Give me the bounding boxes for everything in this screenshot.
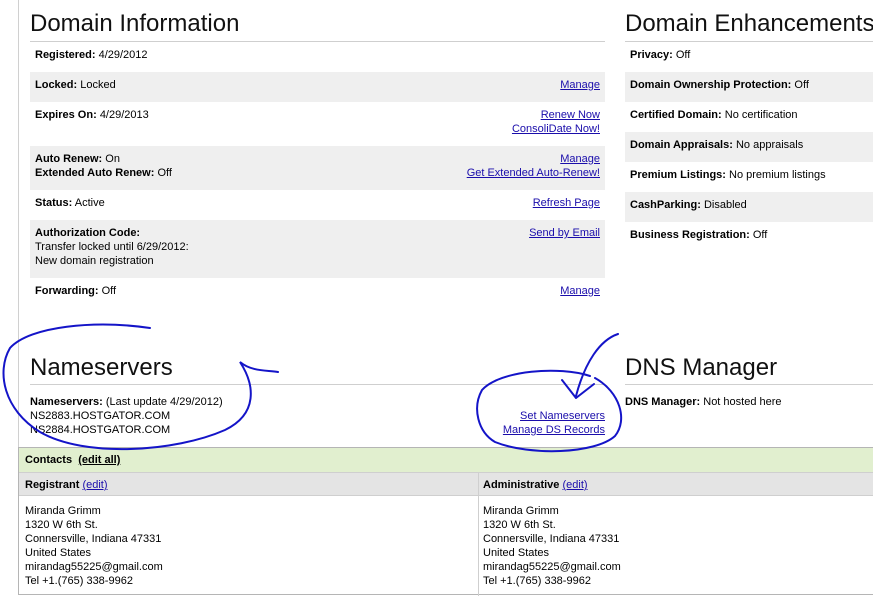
registrant-heading: Registrant [25,479,80,491]
auth-code-line1: Transfer locked until 6/29/2012: [35,241,189,253]
auto-renew-value: On [105,153,120,165]
nameserver-links: Set Nameservers Manage DS Records [503,409,605,437]
nameservers-block: Nameservers: (Last update 4/29/2012) NS2… [30,395,223,437]
enh-cashparking-label: CashParking: [630,199,701,211]
enh-privacy-value: Off [675,49,691,61]
nameserver-1: NS2883.HOSTGATOR.COM [30,410,171,422]
registrant-header: Registrant (edit) [19,472,478,496]
send-by-email-link[interactable]: Send by Email [529,227,600,239]
dns-divider [625,384,873,385]
auth-code-row: Authorization Code: Transfer locked unti… [30,220,605,278]
renew-now-link[interactable]: Renew Now [541,109,600,121]
administrative-address: Miranda Grimm 1320 W 6th St. Connersvill… [483,504,621,588]
enh-ownership-label: Domain Ownership Protection: [630,79,792,91]
enh-ownership-row: Domain Ownership Protection: Off [625,72,873,102]
dns-value: Not hosted here [703,396,782,408]
locked-label: Locked: [35,79,78,91]
registrant-edit-link[interactable]: (edit) [82,479,107,491]
edit-all-link[interactable]: (edit all) [78,454,120,466]
manage-ds-records-link[interactable]: Manage DS Records [503,424,605,436]
enh-cashparking-row: CashParking: Disabled [625,192,873,222]
auto-renew-label: Auto Renew: [35,153,103,165]
administrative-name: Miranda Grimm [483,505,559,517]
enhancements-title: Domain Enhancements [625,10,873,37]
enh-cashparking-value: Disabled [703,199,747,211]
set-nameservers-link[interactable]: Set Nameservers [520,410,605,422]
nameservers-updated: (Last update 4/29/2012) [105,396,223,408]
forwarding-label: Forwarding: [35,285,99,297]
forwarding-row: Forwarding: Off Manage [30,278,605,308]
registrant-email: mirandag55225@gmail.com [25,561,163,573]
registered-row: Registered: 4/29/2012 [30,42,605,72]
registered-label: Registered: [35,49,96,61]
dns-title: DNS Manager [625,354,778,381]
administrative-heading: Administrative [483,479,560,491]
enh-certified-label: Certified Domain: [630,109,722,121]
contacts-header: Contacts (edit all) [19,448,873,472]
administrative-street: 1320 W 6th St. [483,519,556,531]
enh-ownership-value: Off [794,79,809,91]
administrative-tel: Tel +1.(765) 338-9962 [483,575,591,587]
registrant-tel: Tel +1.(765) 338-9962 [25,575,133,587]
enh-business-value: Off [752,229,768,241]
arrow-annotation [561,333,619,399]
auth-code-line2: New domain registration [35,255,154,267]
administrative-country: United States [483,547,550,559]
locked-row: Locked: Locked Manage [30,72,605,102]
administrative-city: Connersville, Indiana 47331 [483,533,620,545]
registrant-street: 1320 W 6th St. [25,519,98,531]
status-value: Active [74,197,105,209]
enh-appraisals-row: Domain Appraisals: No appraisals [625,132,873,162]
status-row: Status: Active Refresh Page [30,190,605,220]
contacts-title: Contacts [25,454,73,466]
registrant-country: United States [25,547,92,559]
nameservers-divider [30,384,605,385]
registrant-city: Connersville, Indiana 47331 [25,533,162,545]
enh-appraisals-value: No appraisals [735,139,804,151]
enh-premium-label: Premium Listings: [630,169,726,181]
enh-business-row: Business Registration: Off [625,222,873,252]
enh-premium-value: No premium listings [729,169,826,181]
enh-premium-row: Premium Listings: No premium listings [625,162,873,192]
administrative-header: Administrative (edit) [479,472,873,496]
enh-privacy-label: Privacy: [630,49,673,61]
dns-row: DNS Manager: Not hosted here [625,395,782,409]
auto-renew-manage-link[interactable]: Manage [560,153,600,165]
administrative-edit-link[interactable]: (edit) [562,479,587,491]
left-border [18,0,19,448]
nameservers-label: Nameservers: [30,396,103,408]
locked-manage-link[interactable]: Manage [560,79,600,91]
extended-auto-renew-value: Off [157,167,172,179]
enh-certified-value: No certification [724,109,798,121]
forwarding-manage-link[interactable]: Manage [560,285,600,297]
domain-info-title: Domain Information [30,10,240,37]
administrative-email: mirandag55225@gmail.com [483,561,621,573]
expires-label: Expires On: [35,109,97,121]
forwarding-value: Off [101,285,117,297]
auto-renew-row: Auto Renew: On Extended Auto Renew: Off … [30,146,605,190]
status-label: Status: [35,197,73,209]
enh-certified-row: Certified Domain: No certification [625,102,873,132]
get-extended-auto-renew-link[interactable]: Get Extended Auto-Renew! [467,167,600,179]
expires-value: 4/29/2013 [99,109,149,121]
enh-appraisals-label: Domain Appraisals: [630,139,733,151]
enh-business-label: Business Registration: [630,229,750,241]
expires-row: Expires On: 4/29/2013 Renew Now ConsoliD… [30,102,605,146]
registered-value: 4/29/2012 [98,49,148,61]
auth-code-label: Authorization Code: [35,227,141,239]
locked-value: Locked [80,79,116,91]
extended-auto-renew-label: Extended Auto Renew: [35,167,155,179]
contacts-column-divider [478,472,479,596]
registrant-address: Miranda Grimm 1320 W 6th St. Connersvill… [25,504,163,588]
dns-label: DNS Manager: [625,396,701,408]
consolidate-now-link[interactable]: ConsoliDate Now! [512,123,600,135]
enh-privacy-row: Privacy: Off [625,42,873,72]
nameserver-2: NS2884.HOSTGATOR.COM [30,424,171,436]
contacts-panel: Contacts (edit all) Registrant (edit) Ad… [18,447,873,596]
nameservers-title: Nameservers [30,354,173,381]
refresh-page-link[interactable]: Refresh Page [533,197,600,209]
registrant-name: Miranda Grimm [25,505,101,517]
